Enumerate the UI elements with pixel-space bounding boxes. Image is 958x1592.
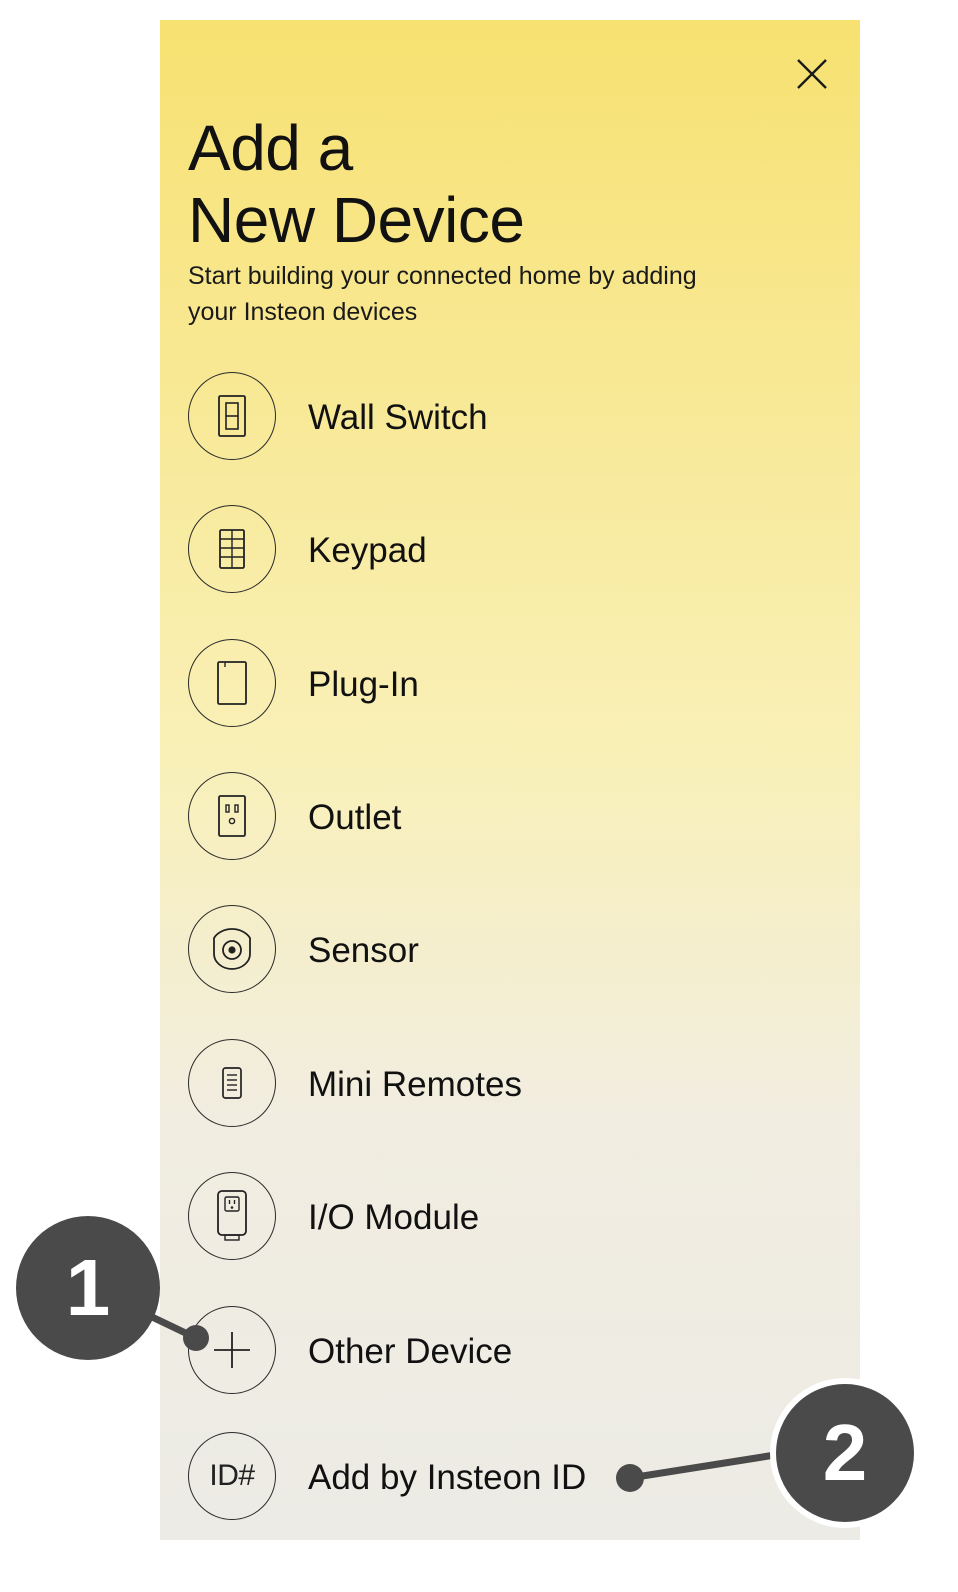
wall-switch-icon [188, 372, 276, 460]
keypad-icon [188, 505, 276, 593]
device-label: Wall Switch [308, 398, 488, 437]
device-label: Mini Remotes [308, 1065, 522, 1104]
device-label: Other Device [308, 1332, 513, 1371]
device-item-sensor[interactable]: Sensor [188, 905, 748, 997]
page-subtitle: Start building your connected home by ad… [188, 262, 697, 326]
device-item-other-device[interactable]: Other Device [188, 1306, 748, 1398]
outlet-icon [188, 772, 276, 860]
device-label: Add by Insteon ID [308, 1458, 587, 1497]
device-label: Plug-In [308, 665, 419, 704]
device-item-wall-switch[interactable]: Wall Switch [188, 372, 748, 464]
io-module-icon [188, 1172, 276, 1260]
callout-badge-1: 1 [16, 1216, 160, 1360]
callout-number: 1 [65, 1243, 111, 1332]
device-label: Sensor [308, 931, 419, 970]
screen: Add a New Device Start building your con… [0, 0, 958, 1592]
sensor-icon [188, 905, 276, 993]
device-label: I/O Module [308, 1198, 480, 1237]
plug-in-icon [188, 639, 276, 727]
id-icon-text: ID# [209, 1459, 255, 1492]
device-item-plug-in[interactable]: Plug-In [188, 639, 748, 731]
close-icon[interactable] [790, 52, 834, 96]
plus-icon [188, 1306, 276, 1394]
id-icon: ID# [188, 1432, 276, 1520]
close-button[interactable] [790, 52, 834, 96]
device-item-add-by-insteon-id[interactable]: ID# Add by Insteon ID [188, 1432, 748, 1524]
page-title: Add a New Device [188, 112, 525, 256]
device-label: Outlet [308, 798, 402, 837]
device-label: Keypad [308, 531, 427, 570]
title-line-1: Add a [188, 112, 353, 184]
device-item-keypad[interactable]: Keypad [188, 505, 748, 597]
callout-badge-2: 2 [770, 1378, 920, 1528]
title-line-2: New Device [188, 184, 525, 256]
mini-remote-icon [188, 1039, 276, 1127]
callout-number: 2 [822, 1408, 868, 1497]
device-item-io-module[interactable]: I/O Module [188, 1172, 748, 1264]
device-item-outlet[interactable]: Outlet [188, 772, 748, 864]
device-item-mini-remotes[interactable]: Mini Remotes [188, 1039, 748, 1131]
